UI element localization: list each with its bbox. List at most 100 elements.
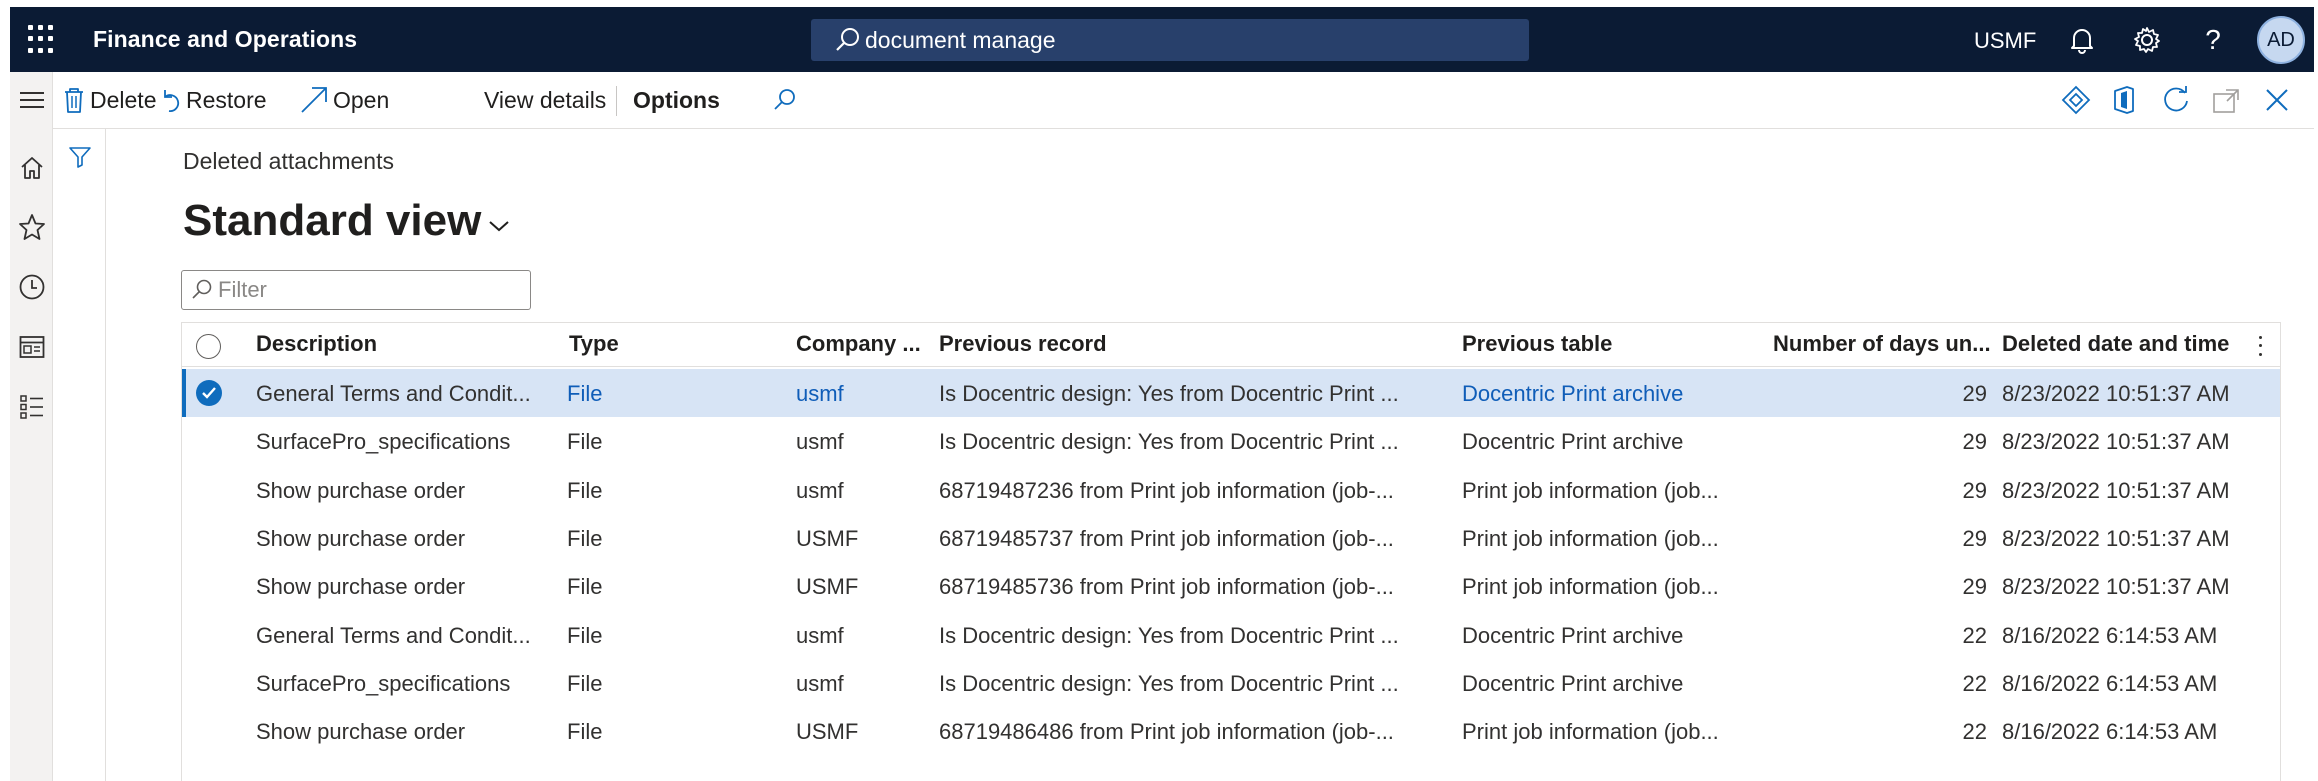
app-title[interactable]: Finance and Operations (93, 26, 357, 53)
bell-icon[interactable] (2065, 23, 2099, 57)
cell-deleted-date: 8/23/2022 10:51:37 AM (2002, 429, 2230, 455)
table-row[interactable]: General Terms and Condit... File usmf Is Do… (182, 611, 2280, 659)
cell-deleted-date: 8/16/2022 6:14:53 AM (2002, 719, 2218, 745)
refresh-icon[interactable] (2161, 82, 2195, 118)
gear-icon[interactable] (2130, 23, 2164, 57)
restore-button[interactable]: Restore (160, 82, 267, 118)
cell-company: USMF (796, 574, 859, 600)
cell-previous-table: Print job information (job... (1462, 477, 1719, 503)
left-navigation (10, 72, 53, 781)
cell-previous-record: Is Docentric design: Yes from Docentric … (939, 381, 1399, 406)
cell-type: File (567, 719, 603, 745)
column-header-days-until-deletion[interactable]: Number of days un... (1773, 331, 1991, 357)
cell-company[interactable]: usmf (796, 381, 916, 407)
table-row[interactable]: SurfacePro_specifications File usmf Is Doce… (182, 417, 2280, 465)
popout-icon[interactable] (2212, 82, 2246, 118)
menu-icon[interactable] (17, 85, 47, 115)
app-launcher-icon[interactable] (28, 25, 58, 55)
cell-type[interactable]: File (567, 381, 687, 407)
column-header-previous-record[interactable]: Previous record (939, 331, 1107, 357)
cell-deleted-date: 8/16/2022 6:14:53 AM (2002, 622, 2218, 648)
cell-description: SurfacePro_specifications (256, 429, 511, 455)
table-row[interactable]: Show purchase order File USMF 68719485736 f… (182, 562, 2280, 610)
favorites-star-icon[interactable] (17, 212, 47, 242)
workspaces-icon[interactable] (17, 332, 47, 362)
global-search-box[interactable]: document manage (811, 19, 1529, 61)
cell-type: File (567, 670, 603, 696)
office-icon[interactable] (2111, 82, 2141, 118)
cell-previous-table: Docentric Print archive (1462, 622, 1684, 648)
cell-deleted-date: 8/16/2022 6:14:53 AM (2002, 670, 2218, 696)
cell-deleted-date: 8/23/2022 10:51:37 AM (2002, 574, 2230, 600)
cell-company: usmf (796, 477, 844, 503)
column-header-type[interactable]: Type (569, 331, 619, 357)
cell-days-until-deletion: 22 (1962, 719, 1987, 745)
filter-input[interactable] (218, 277, 518, 303)
modules-list-icon[interactable] (17, 392, 47, 422)
options-tab[interactable]: Options (633, 82, 720, 118)
cell-company: usmf (796, 429, 844, 455)
cell-previous-record: 68719487236 from Print job information (… (939, 477, 1394, 503)
cell-days-until-deletion: 22 (1962, 670, 1987, 696)
cell-type: File (567, 525, 603, 551)
cell-previous-table: Docentric Print archive (1462, 670, 1684, 696)
view-selector[interactable]: Standard view (183, 196, 511, 246)
table-row[interactable]: Show purchase order File usmf 68719487236 f… (182, 466, 2280, 514)
cell-previous-table[interactable]: Docentric Print archive (1462, 381, 1767, 407)
action-pane: Delete Restore Open View details Options (53, 72, 2314, 129)
chevron-down-icon (489, 221, 509, 232)
open-button[interactable]: Open (299, 82, 389, 118)
table-row[interactable]: Show purchase order File USMF 68719486486 f… (182, 707, 2280, 755)
column-header-company[interactable]: Company ... (796, 331, 921, 357)
funnel-filter-icon[interactable] (66, 143, 94, 171)
company-picker[interactable]: USMF (1974, 28, 2036, 54)
cell-description: Show purchase order (256, 719, 466, 745)
cell-previous-table: Print job information (job... (1462, 574, 1719, 600)
search-icon (192, 279, 212, 299)
cell-description: Show purchase order (256, 525, 466, 551)
cell-days-until-deletion: 22 (1962, 622, 1987, 648)
avatar[interactable]: AD (2257, 16, 2305, 64)
more-options-icon[interactable] (2252, 333, 2268, 359)
row-selected-checkmark-icon[interactable] (196, 380, 222, 406)
cell-days-until-deletion: 29 (1962, 477, 1987, 503)
cell-previous-record: Is Docentric design: Yes from Docentric … (939, 670, 1399, 696)
cell-deleted-date: 8/23/2022 10:51:37 AM (2002, 525, 2230, 551)
select-all-checkbox[interactable] (196, 334, 221, 359)
cell-description: Show purchase order (256, 477, 466, 503)
top-nav-bar: Finance and Operations document manage U… (10, 7, 2314, 72)
column-header-description[interactable]: Description (256, 331, 377, 357)
recent-clock-icon[interactable] (17, 272, 47, 302)
view-details-button[interactable]: View details (484, 82, 606, 118)
table-row[interactable]: Show purchase order File USMF 68719485737 f… (182, 514, 2280, 562)
toolbar-divider (616, 86, 617, 116)
deleted-attachments-grid: Description Type Company ... Previous re… (181, 322, 2281, 781)
cell-company: USMF (796, 525, 859, 551)
filter-pane-strip (53, 129, 106, 781)
table-row[interactable]: SurfacePro_specifications File usmf Is Doce… (182, 659, 2280, 707)
undo-icon (164, 90, 180, 112)
power-apps-icon[interactable] (2061, 82, 2095, 118)
help-icon[interactable]: ? (2196, 23, 2230, 57)
delete-button[interactable]: Delete (62, 82, 156, 118)
home-icon[interactable] (17, 153, 47, 183)
cell-days-until-deletion: 29 (1962, 525, 1987, 551)
column-header-deleted-date[interactable]: Deleted date and time (2002, 331, 2229, 357)
search-value: document manage (865, 26, 1056, 53)
search-icon (836, 28, 859, 51)
close-icon[interactable] (2264, 82, 2294, 118)
app-window: Finance and Operations document manage U… (10, 7, 2314, 781)
cell-deleted-date: 8/23/2022 10:51:37 AM (2002, 477, 2230, 503)
open-label: Open (333, 86, 390, 113)
view-title: Standard view (183, 196, 482, 245)
cell-previous-record: Is Docentric design: Yes from Docentric … (939, 429, 1399, 455)
cell-type: File (567, 622, 603, 648)
cell-deleted-date: 8/23/2022 10:51:37 AM (2002, 381, 2230, 406)
column-header-previous-table[interactable]: Previous table (1462, 331, 1612, 357)
grid-filter-field[interactable] (181, 270, 531, 310)
cell-previous-record: 68719486486 from Print job information (… (939, 719, 1394, 745)
table-row[interactable]: General Terms and Condit... File usmf Is Do… (182, 369, 2280, 417)
cell-previous-record: 68719485736 from Print job information (… (939, 574, 1394, 600)
cell-description: SurfacePro_specifications (256, 670, 511, 696)
action-search-icon[interactable] (772, 82, 802, 118)
